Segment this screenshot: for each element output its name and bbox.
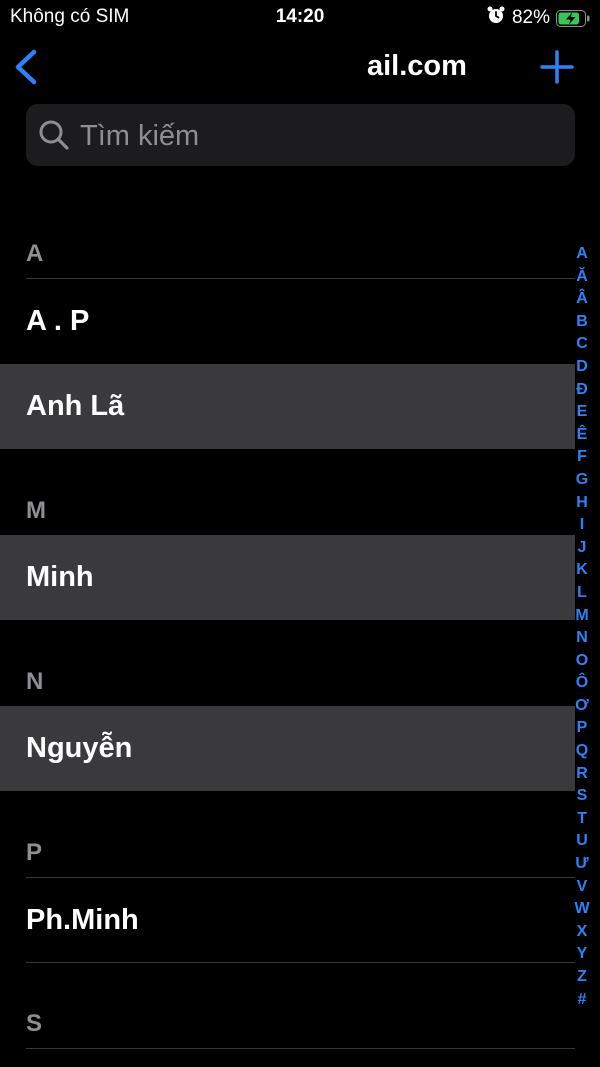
index-letter[interactable]: A — [570, 243, 594, 266]
index-letter[interactable]: # — [570, 989, 594, 1012]
contact-name: Ph.Minh — [26, 904, 139, 936]
index-letter[interactable]: N — [570, 627, 594, 650]
section-header-s: S — [26, 1010, 43, 1037]
contact-row-anh-la[interactable]: Anh Lã — [0, 364, 575, 449]
search-bar[interactable] — [26, 104, 575, 168]
contact-row-a-p[interactable]: A . P — [0, 279, 575, 364]
index-letter[interactable]: Q — [570, 740, 594, 763]
index-letter[interactable]: M — [570, 605, 594, 628]
index-letter[interactable]: Đ — [570, 379, 594, 402]
index-letter[interactable]: E — [570, 401, 594, 424]
nav-bar: ail.com — [0, 34, 600, 98]
search-input[interactable] — [78, 104, 562, 168]
index-letter[interactable]: B — [570, 311, 594, 334]
index-letter[interactable]: Ư — [570, 853, 594, 876]
index-letter[interactable]: V — [570, 876, 594, 899]
divider — [26, 1048, 575, 1049]
index-letter[interactable]: U — [570, 830, 594, 853]
index-letter[interactable]: R — [570, 763, 594, 786]
contact-name: Anh Lã — [26, 390, 125, 422]
battery-percent: 82% — [511, 7, 550, 28]
index-letter[interactable]: W — [570, 898, 594, 921]
section-header-a: A — [26, 240, 44, 267]
index-letter[interactable]: O — [570, 650, 594, 673]
index-letter[interactable]: K — [570, 559, 594, 582]
page-title: ail.com — [367, 50, 467, 82]
section-header-n: N — [26, 668, 44, 695]
alphabet-index[interactable]: A Ă Â B C D Đ E Ê F G H I J K L M N O Ô Ơ P Q R S T U Ư V W X Y Z # — [570, 243, 594, 1011]
search-icon — [39, 120, 69, 150]
battery-charging-icon — [556, 9, 590, 27]
status-bar: Không có SIM 14:20 82% — [0, 0, 600, 34]
contact-name: Minh — [26, 561, 94, 593]
index-letter[interactable]: Â — [570, 288, 594, 311]
index-letter[interactable]: D — [570, 356, 594, 379]
plus-icon — [540, 50, 574, 84]
index-letter[interactable]: Ê — [570, 424, 594, 447]
divider — [26, 962, 575, 963]
index-letter[interactable]: L — [570, 582, 594, 605]
index-letter[interactable]: J — [570, 537, 594, 560]
index-letter[interactable]: Y — [570, 943, 594, 966]
section-header-p: P — [26, 839, 43, 866]
index-letter[interactable]: Ô — [570, 672, 594, 695]
index-letter[interactable]: Ơ — [570, 695, 594, 718]
contact-name: A . P — [26, 305, 90, 337]
index-letter[interactable]: Ă — [570, 266, 594, 289]
add-contact-button[interactable] — [540, 50, 574, 84]
index-letter[interactable]: F — [570, 446, 594, 469]
index-letter[interactable]: S — [570, 785, 594, 808]
index-letter[interactable]: X — [570, 921, 594, 944]
alarm-icon — [486, 5, 506, 31]
contact-row-ph-minh[interactable]: Ph.Minh — [0, 878, 575, 963]
section-header-m: M — [26, 497, 46, 524]
contact-name: Nguyễn — [26, 732, 133, 764]
status-right: 82% — [486, 5, 590, 31]
contact-row-minh[interactable]: Minh — [0, 535, 575, 620]
index-letter[interactable]: Z — [570, 966, 594, 989]
index-letter[interactable]: I — [570, 514, 594, 537]
index-letter[interactable]: C — [570, 333, 594, 356]
index-letter[interactable]: G — [570, 469, 594, 492]
contact-row-nguyen[interactable]: Nguyễn — [0, 706, 575, 791]
index-letter[interactable]: T — [570, 808, 594, 831]
index-letter[interactable]: P — [570, 717, 594, 740]
index-letter[interactable]: H — [570, 492, 594, 515]
